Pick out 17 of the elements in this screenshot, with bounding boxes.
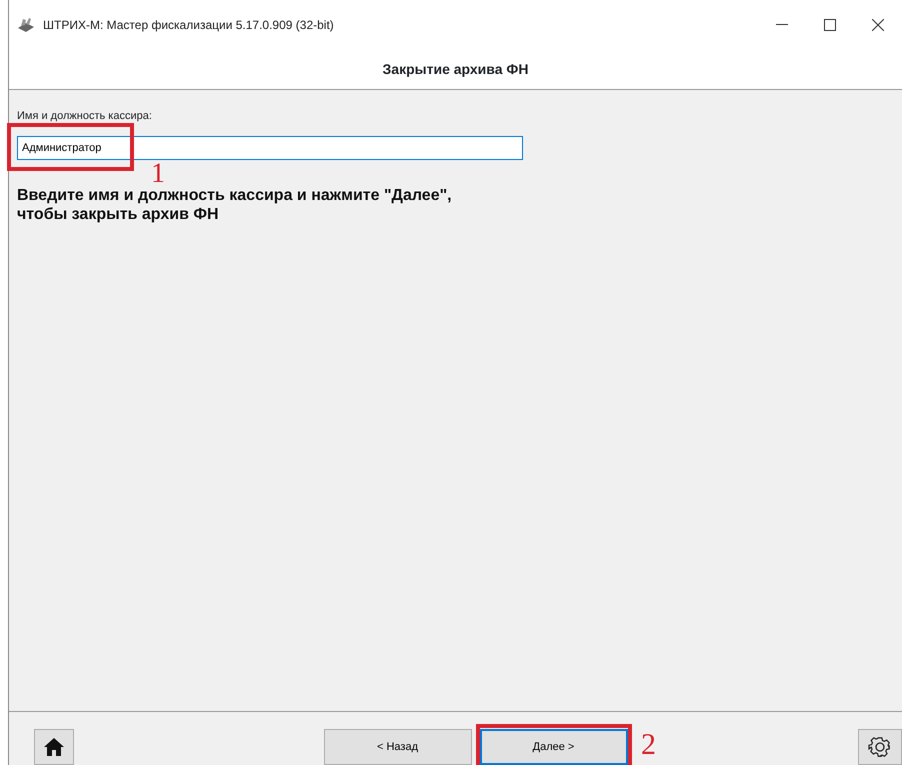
close-icon [872, 19, 884, 31]
maximize-icon [824, 19, 836, 31]
minimize-icon [776, 24, 788, 26]
settings-icon [868, 735, 892, 759]
back-button[interactable]: < Назад [324, 729, 472, 765]
instruction-text: Введите имя и должность кассира и нажмите "Далее", чтобы закрыть архив ФН [17, 186, 453, 224]
window-title: ШТРИХ-М: Мастер фискализации 5.17.0.909 (32-bit) [43, 17, 334, 34]
step-number: 2 [641, 730, 656, 760]
field-label: Имя и должность кассира: [17, 109, 153, 124]
page-title: Закрытие архива ФН [382, 60, 528, 79]
next-button[interactable]: Далее > [480, 729, 628, 765]
step-number: 1 [151, 160, 165, 188]
app-icon [17, 17, 35, 33]
home-button[interactable] [34, 729, 74, 765]
cashier-name-field[interactable]: Администратор [17, 136, 523, 160]
home-icon [43, 737, 65, 757]
settings-button[interactable] [858, 729, 902, 765]
